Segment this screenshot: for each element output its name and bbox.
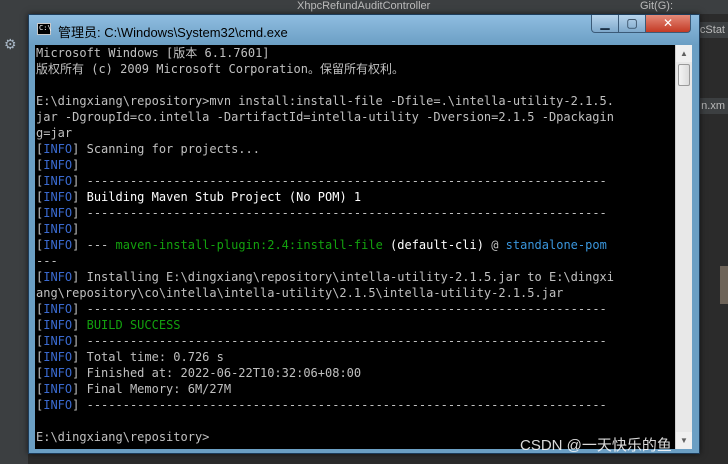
console-segment: ] [72,158,80,172]
window-title: 管理员: C:\Windows\System32\cmd.exe [58,25,288,40]
console-line: --- [36,253,58,269]
console-segment: INFO [43,366,73,380]
console-line: [INFO] ---------------------------------… [36,397,607,413]
ide-tab-title[interactable]: XhpcRefundAuditController [297,0,430,14]
console-segment: INFO [43,190,73,204]
console-segment: --- [36,254,58,268]
avatar [720,266,728,304]
git-menu[interactable]: Git(G): [640,0,673,14]
console-line: E:\dingxiang\repository>mvn install:inst… [36,93,614,109]
console-segment: ] Total time: 0.726 s [72,350,224,364]
console-line: [INFO] BUILD SUCCESS [36,317,181,333]
ide-right-tab-1[interactable]: cStat [696,22,728,38]
console-segment: ] --------------------------------------… [72,398,607,412]
console-line: [INFO] ---------------------------------… [36,205,607,221]
console-line: [INFO] ---------------------------------… [36,173,607,189]
console-line: jar -DgroupId=co.intella -DartifactId=in… [36,109,614,125]
cmd-icon-label: C:\ [39,24,52,32]
console-line: [INFO] Total time: 0.726 s [36,349,224,365]
console-segment: ] [72,222,80,236]
console-line: [INFO] ---------------------------------… [36,333,607,349]
scroll-up-icon[interactable]: ▲ [676,45,692,62]
console-segment: ] Final Memory: 6M/27M [72,382,232,396]
console-line: [INFO] Scanning for projects... [36,141,260,157]
console-segment: jar -DgroupId=co.intella -DartifactId=in… [36,110,614,124]
console-line: [INFO] [36,157,79,173]
console-segment: INFO [43,206,73,220]
console-segment: Microsoft Windows [版本 6.1.7601] [36,46,270,60]
console-segment: Building Maven Stub Project (No POM) 1 [86,190,362,204]
console-segment: INFO [43,382,73,396]
gear-icon[interactable]: ⚙ [4,36,17,53]
console-segment: INFO [43,174,73,188]
console-segment: E:\dingxiang\repository> [36,430,210,444]
scroll-thumb[interactable] [678,64,690,86]
console-line: [INFO] Finished at: 2022-06-22T10:32:06+… [36,365,361,381]
console-segment: INFO [43,318,73,332]
console-segment: ] [72,318,87,332]
console-segment: INFO [43,222,73,236]
console-output[interactable]: Microsoft Windows [版本 6.1.7601] 版权所有 (c) … [35,45,675,449]
watermark: CSDN @一天快乐的鱼 [520,437,672,454]
console-segment: ] --------------------------------------… [72,206,607,220]
console-line: ang\repository\co\intella\intella-utilit… [36,285,563,301]
console-segment: INFO [43,398,73,412]
console-line: [INFO] Building Maven Stub Project (No P… [36,189,361,205]
console-segment: INFO [43,238,73,252]
ide-right-tab-2[interactable]: n.xm [698,98,728,114]
maximize-button[interactable]: ▢ [618,15,646,33]
console-segment: ] --------------------------------------… [72,302,607,316]
maximize-icon: ▢ [626,16,638,30]
console-segment: ] Installing E:\dingxiang\repository\int… [72,270,614,284]
console-segment: ] Scanning for projects... [72,142,260,156]
console-segment: BUILD SUCCESS [86,318,181,332]
minimize-icon: ▁ [600,16,610,30]
ide-left-gutter: ⚙ [0,14,28,464]
console-segment: ] --------------------------------------… [72,334,607,348]
console-line: [INFO] Installing E:\dingxiang\repositor… [36,269,614,285]
console-segment: INFO [43,270,73,284]
minimize-button[interactable]: ▁ [591,15,619,33]
console-line: E:\dingxiang\repository> [36,429,209,445]
console-segment: ] Finished at: 2022-06-22T10:32:06+08:00 [72,366,362,380]
cmd-icon[interactable]: C:\ [37,23,52,35]
console-segment: @ [483,238,506,252]
console-segment: ang\repository\co\intella\intella-utilit… [36,286,564,300]
console-line: g=jar [36,125,72,141]
console-line: [INFO] [36,221,79,237]
title-bar[interactable]: C:\ 管理员: C:\Windows\System32\cmd.exe ▁ ▢… [29,15,699,45]
close-icon: ✕ [662,16,674,30]
console-segment: 版权所有 (c) 2009 Microsoft Corporation。保留所有… [36,62,404,76]
console-segment: ] --------------------------------------… [72,174,607,188]
console-line: [INFO] Final Memory: 6M/27M [36,381,231,397]
console-segment: g=jar [36,126,73,140]
console-segment: standalone-pom [505,238,607,252]
console-segment: E:\dingxiang\repository>mvn install:inst… [36,94,614,108]
ide-toolbar: XhpcRefundAuditController Git(G): [0,0,728,15]
console-segment: (default-cli) [382,238,484,252]
console-line: Microsoft Windows [版本 6.1.7601] [36,45,270,61]
console-segment: ] [72,190,87,204]
console-segment: INFO [43,350,73,364]
vertical-scrollbar[interactable]: ▲ ▼ [675,45,692,449]
close-button[interactable]: ✕ [645,15,691,33]
console-segment: INFO [43,302,73,316]
scroll-down-icon[interactable]: ▼ [676,432,692,449]
console-line: [INFO] --- maven-install-plugin:2.4:inst… [36,237,607,253]
console-segment: INFO [43,334,73,348]
console-segment: INFO [43,142,73,156]
cmd-window: C:\ 管理员: C:\Windows\System32\cmd.exe ▁ ▢… [28,14,700,454]
console-segment: ] --- [72,238,116,252]
console-segment: INFO [43,158,73,172]
console-line: 版权所有 (c) 2009 Microsoft Corporation。保留所有… [36,61,404,77]
console-segment: maven-install-plugin:2.4:install-file [115,238,383,252]
console-line: [INFO] ---------------------------------… [36,301,607,317]
